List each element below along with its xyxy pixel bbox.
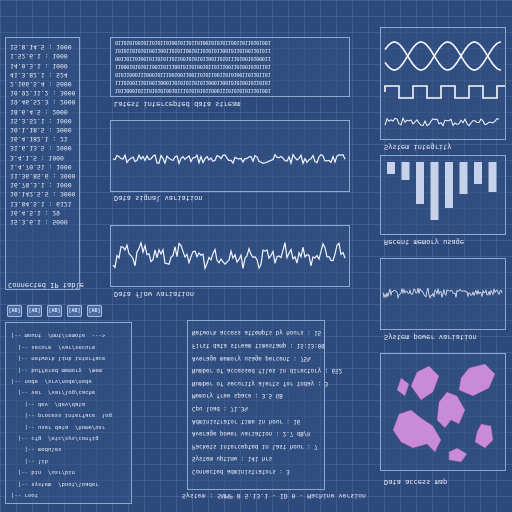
ip-log-entry: 11.36.85.6 : 3000 <box>10 172 76 181</box>
ip-log-entry: 10.1.18.5 : 3000 <box>10 126 72 135</box>
ip-log-entry: 15.3.52.1 : 1000 <box>10 116 72 125</box>
toolbar-button-1[interactable]: [AB] <box>7 305 22 317</box>
ip-log-entry: 15.8.14.5 : 1000 <box>10 43 72 52</box>
file-tree-entry: |-- user data /home/usr <box>11 423 106 430</box>
file-tree-entry: |-- dev /dev/data <box>11 400 86 407</box>
signal-wave-panel <box>110 120 350 192</box>
flow-wave-panel <box>110 225 350 287</box>
power-variation-title: System power variation <box>384 333 477 341</box>
stat-line: Administrator time in hour : 16 <box>192 417 301 424</box>
world-map <box>392 363 496 463</box>
file-tree-entry: |-- cfg /etc/sys/config <box>11 435 99 442</box>
stat-line: Connected administrators : 3 <box>192 468 290 475</box>
file-tree-entry: |-- modules <box>11 446 62 453</box>
memory-usage-bar <box>474 162 482 184</box>
ip-log-title: Connected IP table <box>8 281 84 289</box>
binary-stream-panel: 1011000101110101010010111010101011000111… <box>110 37 350 97</box>
stat-line: Number of security alerts for today : 3 <box>192 379 329 386</box>
memory-usage-bar <box>445 162 453 208</box>
system-integrity-panel <box>380 27 506 140</box>
file-tree-entry: |-- buffered memory /mem <box>11 366 102 373</box>
power-noise <box>382 287 503 300</box>
ip-log-entry: 3.4.1.5 : 1000 <box>10 153 64 162</box>
binary-row: 1110100111010011000110101011010110001100… <box>115 79 271 85</box>
stat-line: System uptime : 141 hrs <box>192 455 273 462</box>
ip-log-entry: 2.166.5.4 : 5000 <box>10 80 72 89</box>
toolbar-button-4[interactable]: [AB] <box>67 305 82 317</box>
signal-wave-title: Data signal variation <box>114 194 203 202</box>
stat-line: First data stream timestamp : 15:13:08 <box>192 342 325 349</box>
data-access-map-title: Data access map <box>384 478 448 486</box>
file-tree-entry: |-- mount /mnt/remote ---> <box>11 332 106 339</box>
memory-usage-title: Recent memory usage <box>384 238 465 246</box>
binary-row: 1011000101110101010010111010101011000111… <box>115 87 271 93</box>
system-integrity-title: System integrity <box>384 143 452 151</box>
ip-log-entry: 16.78.3.1 : 1000 <box>10 181 72 190</box>
ip-log-entry: 1.52.6.1 : 1000 <box>10 52 68 61</box>
file-tree-entry: |-- lib <box>11 457 49 464</box>
file-tree-entry: |-- process interface log <box>11 412 113 419</box>
file-tree-entry: |-- system /boot/loader <box>11 480 99 487</box>
toolbar-button-5[interactable]: [AB] <box>87 305 102 317</box>
ip-log-list: 15.3.6.1 : 5000 16.4.5.1 : 29 13.84.5.1 : … <box>10 42 75 226</box>
data-access-map-panel <box>380 353 506 471</box>
system-stats-panel: Connected administrators : 3 System uptim… <box>187 320 342 490</box>
memory-usage-panel <box>380 155 506 235</box>
integrity-waveforms <box>384 41 505 127</box>
power-variation-panel <box>380 258 506 330</box>
ip-log-entry: 16.4.182.1 : 21 <box>10 135 68 144</box>
stat-line: Cpu load : 71.3% <box>192 405 248 412</box>
memory-usage-bar <box>488 162 497 192</box>
ip-log-entry: 18.6.4.5 : 2000 <box>10 107 68 116</box>
memory-usage-bar <box>416 162 424 204</box>
flow-wave-title: Data flow variation <box>114 290 195 298</box>
system-footer: System : SNMP 8 5.13.1 - ID 0 - Machine … <box>182 492 366 500</box>
file-tree-entry: |-- secure /var/secure <box>11 343 96 350</box>
ip-log-entry: 13.84.5.1 : 6121 <box>10 199 72 208</box>
binary-stream-text: 1011000101110101010010111010101011000111… <box>115 38 270 94</box>
ip-log-entry: 19.46.52.3 : 2000 <box>10 98 76 107</box>
file-tree-entry: |-- var /var/log/cache <box>11 389 96 396</box>
file-tree-panel: |-- root |-- system /boot/loader |-- bin… <box>5 322 132 504</box>
file-tree-entry: |-- bin /usr/bin <box>11 469 75 476</box>
file-tree-entry: |-- node /srv/node/node <box>11 378 92 385</box>
binary-row: 0101100011100010111001001100110101100110… <box>115 71 271 77</box>
signal-waveform <box>112 153 346 166</box>
ip-log-entry: 15.3.6.1 : 5000 <box>10 218 68 227</box>
ip-log-entry: 10.92.11.2 : 3000 <box>10 89 76 98</box>
memory-usage-bar <box>387 162 395 174</box>
file-tree-list: |-- root |-- system /boot/loader |-- bin… <box>11 329 112 500</box>
file-tree-entry: |-- network link interface <box>11 355 106 362</box>
memory-usage-bar <box>430 162 439 220</box>
memory-usage-bars <box>387 162 497 220</box>
ip-log-entry: 16.4.5.1 : 29 <box>10 208 61 217</box>
memory-usage-bar <box>401 162 410 180</box>
ip-log-entry: 1.4.70.51 : 1000 <box>10 162 72 171</box>
binary-stream-title: Latest intercepted data stream <box>114 100 241 108</box>
ip-log-panel: 15.3.6.1 : 5000 16.4.5.1 : 29 13.84.5.1 : … <box>5 37 80 290</box>
system-stats-list: Connected administrators : 3 System uptim… <box>192 326 342 477</box>
binary-row: 0011011010010110101101100101010110011010… <box>115 55 271 61</box>
stat-line: Average memory usage percent : 75% <box>192 354 311 361</box>
memory-usage-bar <box>459 162 468 194</box>
binary-row: 1100010101011001101110010110100101101110… <box>115 63 271 69</box>
ip-log-entry: 14.0.3.1 : 1000 <box>10 61 68 70</box>
stat-line: Network access attempts by hours : 15 <box>192 329 322 336</box>
ip-log-entry: 41.3.82.1 : 524 <box>10 70 68 79</box>
binary-row: 1010110101010011001101011001011010101100… <box>115 47 271 53</box>
stat-line: Average power variation : 2.7 dB/h <box>192 430 311 437</box>
toolbar-button-3[interactable]: [AB] <box>47 305 62 317</box>
ip-log-entry: 31.6.13.5 : 2000 <box>10 144 72 153</box>
binary-row: 0110101001011010110100101101101001010101… <box>115 39 271 45</box>
toolbar-button-2[interactable]: [AB] <box>27 305 42 317</box>
stat-line: Packets intercepted in last hour : 7 <box>192 442 318 449</box>
file-tree-entry: |-- root <box>11 492 38 499</box>
ip-log-entry: 10.142.5.5 : 3000 <box>10 190 76 199</box>
stat-line: Memory free space : 3.5 GB <box>192 392 283 399</box>
flow-waveform <box>112 240 346 271</box>
stat-line: Number of accessed files in directory : … <box>192 367 343 374</box>
